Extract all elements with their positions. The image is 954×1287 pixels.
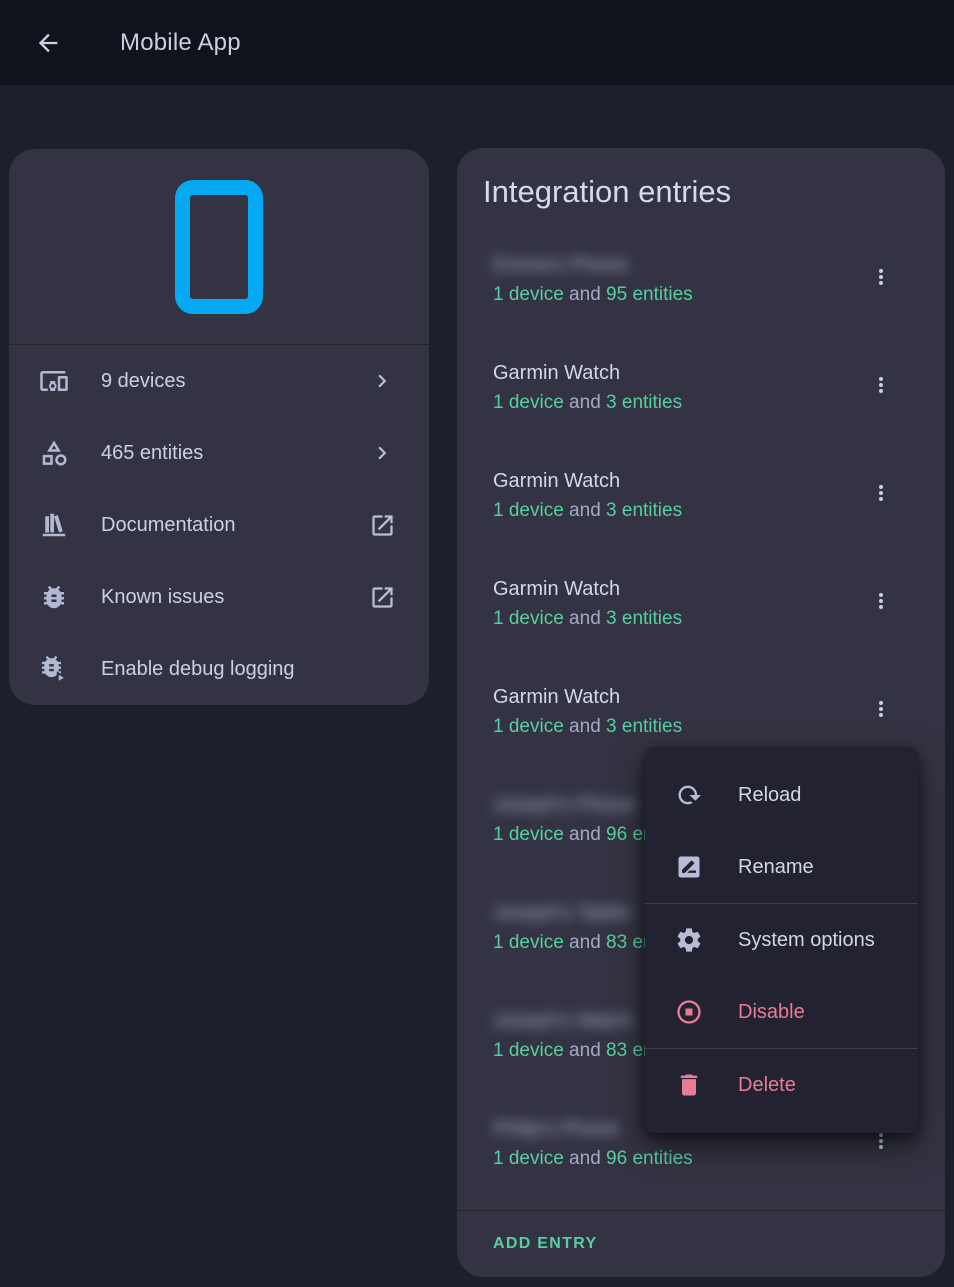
entries-footer: ADD ENTRY — [457, 1210, 945, 1277]
integration-entry: Garmin Watch 1 device and 3 entities — [457, 565, 945, 673]
menu-item-label: Delete — [738, 1074, 796, 1097]
open-in-new-icon — [369, 584, 396, 611]
entry-devices-link[interactable]: 1 device — [493, 284, 564, 305]
open-in-new-icon — [369, 512, 396, 539]
info-row-known-issues[interactable]: Known issues — [9, 561, 429, 633]
info-row-documentation[interactable]: Documentation — [9, 489, 429, 561]
entry-name: Garmin Watch — [493, 469, 855, 493]
entry-subtitle-conjunction: and — [564, 608, 606, 629]
entry-name: Garmin Watch — [493, 685, 855, 709]
reload-icon — [675, 781, 703, 809]
entry-subtitle: 1 device and 3 entities — [493, 392, 855, 414]
info-row-label: Documentation — [101, 514, 369, 537]
integration-info-card: 9 devices 465 entities Documentation Known … — [9, 149, 429, 705]
entry-subtitle: 1 device and 95 entities — [493, 284, 855, 306]
cog-icon — [675, 926, 703, 954]
dots-vertical-icon — [869, 589, 893, 613]
dots-vertical-icon — [869, 265, 893, 289]
entry-subtitle-conjunction: and — [564, 1148, 606, 1169]
entry-context-menu: Reload Rename System options Disable Delete — [645, 747, 918, 1133]
bookshelf-icon — [39, 510, 69, 540]
entry-devices-link[interactable]: 1 device — [493, 932, 564, 953]
rename-icon — [675, 853, 703, 881]
entry-entities-link[interactable]: 3 entities — [606, 716, 682, 737]
devices-icon — [39, 366, 69, 396]
entry-subtitle-conjunction: and — [564, 500, 606, 521]
integration-logo-area — [9, 149, 429, 345]
entry-subtitle-conjunction: and — [564, 932, 606, 953]
menu-item-rename[interactable]: Rename — [645, 831, 918, 903]
info-rows: 9 devices 465 entities Documentation Known … — [9, 345, 429, 705]
entry-devices-link[interactable]: 1 device — [493, 1040, 564, 1061]
menu-item-label: Disable — [738, 1001, 805, 1024]
entry-subtitle: 1 device and 96 entities — [493, 1148, 855, 1170]
entry-menu-button[interactable] — [861, 689, 901, 729]
entry-devices-link[interactable]: 1 device — [493, 824, 564, 845]
dots-vertical-icon — [869, 373, 893, 397]
dots-vertical-icon — [869, 697, 893, 721]
menu-item-delete[interactable]: Delete — [645, 1049, 918, 1121]
menu-item-label: Reload — [738, 784, 801, 807]
info-row-devices[interactable]: 9 devices — [9, 345, 429, 417]
entry-name: Garmin Watch — [493, 361, 855, 385]
app-bar: Mobile App — [0, 0, 954, 85]
dots-vertical-icon — [869, 481, 893, 505]
add-entry-button[interactable]: ADD ENTRY — [493, 1235, 597, 1253]
entry-entities-link[interactable]: 96 entities — [606, 1148, 693, 1169]
menu-item-reload[interactable]: Reload — [645, 759, 918, 831]
entry-subtitle: 1 device and 3 entities — [493, 716, 855, 738]
entry-entities-link[interactable]: 3 entities — [606, 392, 682, 413]
entry-subtitle: 1 device and 3 entities — [493, 608, 855, 630]
entry-menu-button[interactable] — [861, 365, 901, 405]
entry-subtitle-conjunction: and — [564, 392, 606, 413]
entry-subtitle-conjunction: and — [564, 1040, 606, 1061]
entry-subtitle: 1 device and 3 entities — [493, 500, 855, 522]
arrow-left-icon — [34, 29, 62, 57]
cellphone-icon — [175, 180, 263, 314]
info-row-debug-logging[interactable]: Enable debug logging — [9, 633, 429, 705]
entry-entities-link[interactable]: 3 entities — [606, 500, 682, 521]
bug-play-icon — [39, 654, 69, 684]
menu-item-label: Rename — [738, 856, 814, 879]
entry-devices-link[interactable]: 1 device — [493, 1148, 564, 1169]
entry-devices-link[interactable]: 1 device — [493, 500, 564, 521]
menu-item-disable[interactable]: Disable — [645, 976, 918, 1048]
delete-icon — [675, 1071, 703, 1099]
entry-devices-link[interactable]: 1 device — [493, 716, 564, 737]
entry-devices-link[interactable]: 1 device — [493, 608, 564, 629]
page-title: Mobile App — [120, 29, 241, 57]
info-row-entities[interactable]: 465 entities — [9, 417, 429, 489]
entry-name: Emma's Phone — [493, 253, 855, 277]
entry-entities-link[interactable]: 3 entities — [606, 608, 682, 629]
chevron-right-icon — [369, 368, 396, 395]
entry-menu-button[interactable] — [861, 581, 901, 621]
entry-menu-button[interactable] — [861, 257, 901, 297]
menu-item-system-options[interactable]: System options — [645, 904, 918, 976]
integration-entry: Emma's Phone 1 device and 95 entities — [457, 241, 945, 349]
entry-entities-link[interactable]: 95 entities — [606, 284, 693, 305]
menu-item-label: System options — [738, 929, 875, 952]
integration-entry: Garmin Watch 1 device and 3 entities — [457, 457, 945, 565]
entry-menu-button[interactable] — [861, 473, 901, 513]
integration-entry: Garmin Watch 1 device and 3 entities — [457, 349, 945, 457]
entry-name: Garmin Watch — [493, 577, 855, 601]
entry-subtitle-conjunction: and — [564, 284, 606, 305]
info-row-label: 9 devices — [101, 370, 369, 393]
chevron-right-icon — [369, 440, 396, 467]
info-row-label: Enable debug logging — [101, 658, 396, 681]
info-row-label: 465 entities — [101, 442, 369, 465]
shapes-icon — [39, 438, 69, 468]
entries-card-title: Integration entries — [457, 148, 945, 210]
entry-devices-link[interactable]: 1 device — [493, 392, 564, 413]
stop-circle-icon — [675, 998, 703, 1026]
entry-subtitle-conjunction: and — [564, 824, 606, 845]
bug-icon — [39, 582, 69, 612]
entry-subtitle-conjunction: and — [564, 716, 606, 737]
info-row-label: Known issues — [101, 586, 369, 609]
back-button[interactable] — [34, 29, 62, 57]
